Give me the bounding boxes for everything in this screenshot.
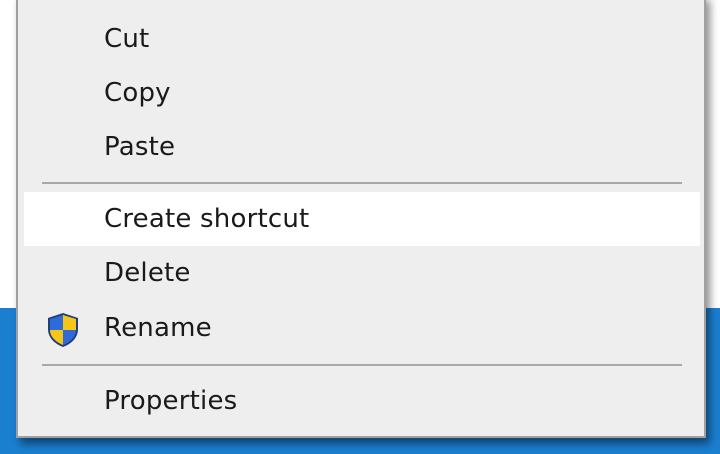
menu-item-label: Create shortcut	[104, 204, 310, 234]
uac-shield-icon	[46, 312, 80, 348]
menu-item-label: Copy	[104, 78, 171, 108]
menu-item-rename[interactable]: Rename	[24, 301, 700, 355]
menu-item-label: Cut	[104, 24, 150, 54]
menu-item-label: Rename	[104, 313, 212, 343]
menu-item-delete[interactable]: Delete	[24, 246, 700, 300]
menu-item-label: Paste	[104, 132, 176, 162]
menu-item-create-shortcut[interactable]: Create shortcut	[24, 192, 700, 246]
menu-separator	[42, 364, 682, 366]
menu-item-cut[interactable]: Cut	[24, 12, 700, 66]
menu-separator	[42, 182, 682, 184]
menu-item-copy[interactable]: Copy	[24, 66, 700, 120]
menu-item-label: Delete	[104, 258, 191, 288]
context-menu: Cut Copy Paste Create shortcut Delete Re…	[16, 0, 706, 438]
menu-item-label: Properties	[104, 386, 238, 416]
menu-item-paste[interactable]: Paste	[24, 120, 700, 174]
menu-item-properties[interactable]: Properties	[24, 374, 700, 428]
